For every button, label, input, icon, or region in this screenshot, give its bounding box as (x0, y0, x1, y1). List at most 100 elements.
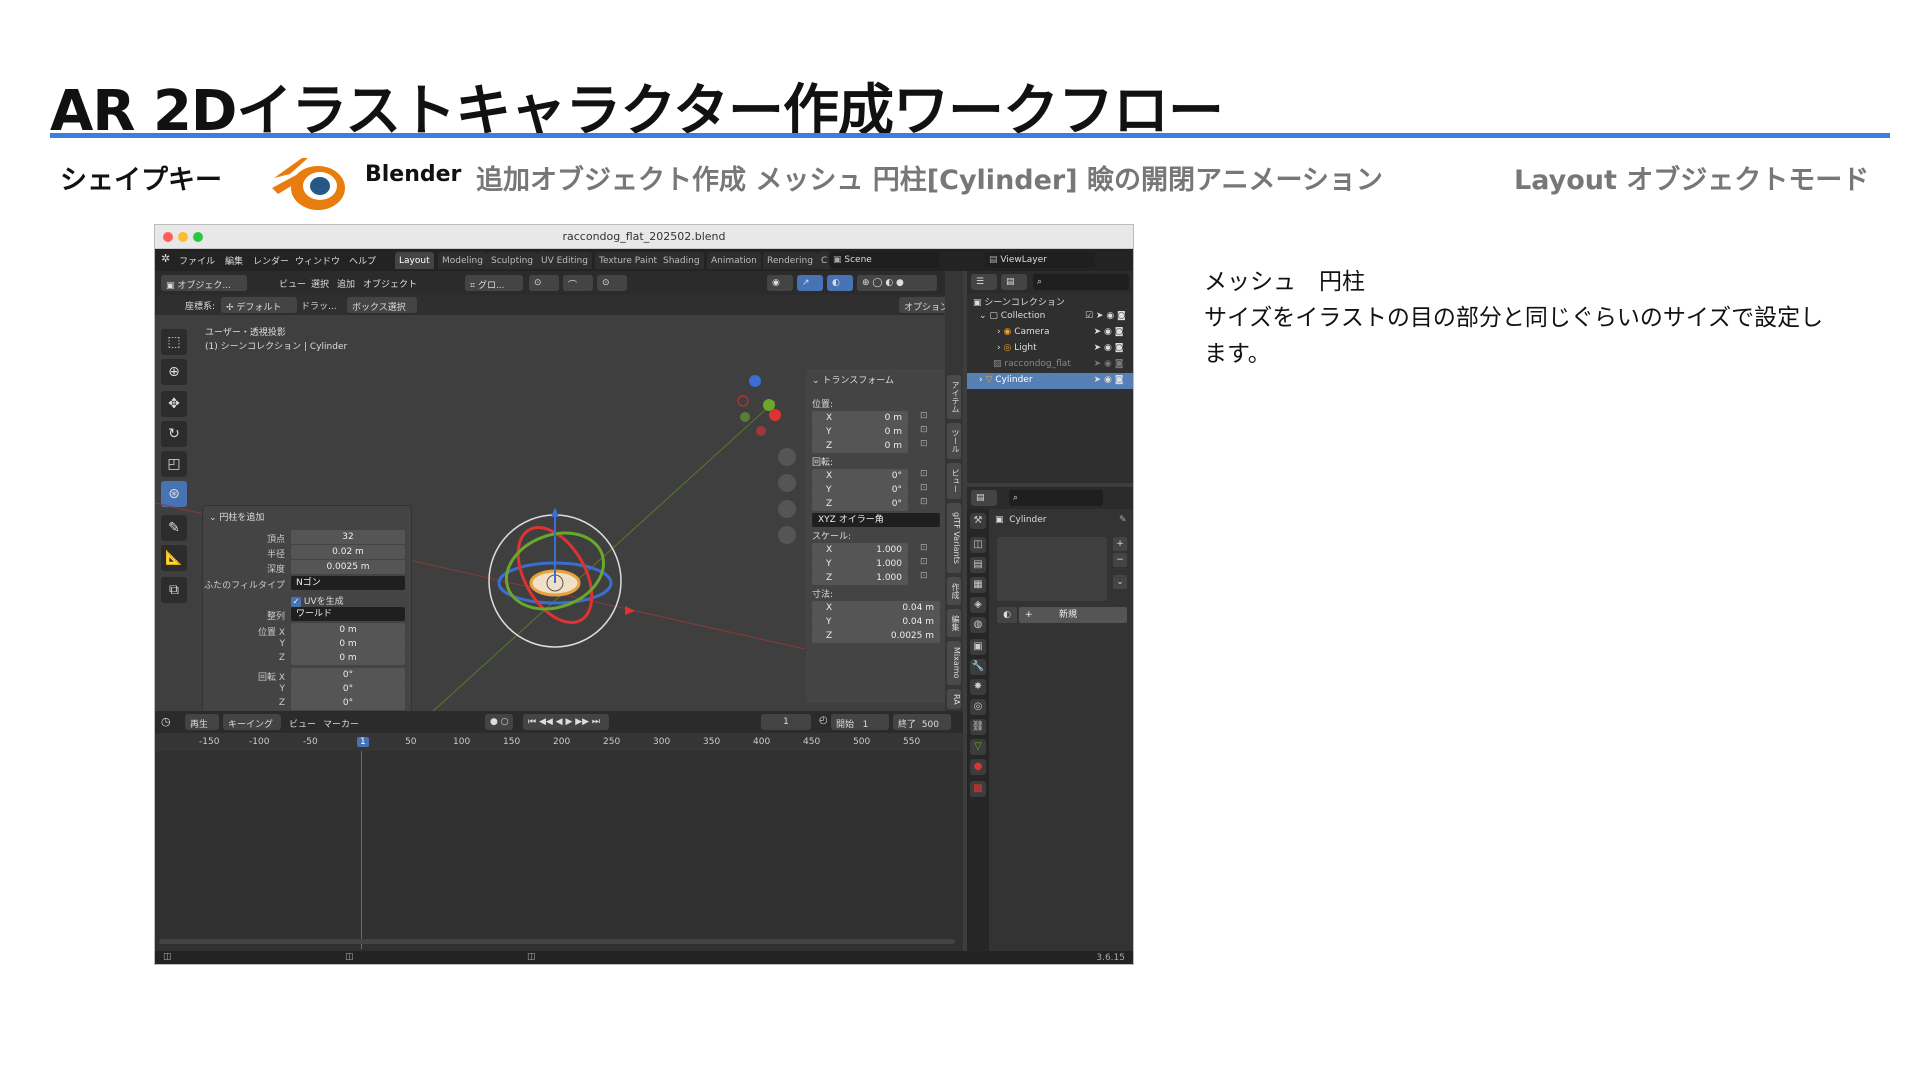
tab-modeling[interactable]: Modeling (438, 252, 487, 269)
timeline-scrollbar[interactable] (159, 939, 955, 944)
view-layer-selector[interactable]: ▤ ViewLayer (985, 252, 1095, 268)
outliner-search-input[interactable]: ⌕ (1033, 274, 1129, 290)
constraints-tab-icon[interactable]: ⛓ (970, 719, 986, 735)
dim-y-field[interactable]: Y 0.04 m (812, 615, 940, 629)
location-y-field[interactable]: 0 m (291, 637, 405, 651)
generate-uv-checkbox[interactable]: ✓ UVを生成 (291, 594, 344, 607)
tab-mixamo[interactable]: Mixamo (947, 641, 961, 685)
location-z-field[interactable]: 0 m (291, 651, 405, 665)
playback-controls-icon[interactable]: ⏮ ◀◀ ◀ ▶ ▶▶ ⏭ (523, 714, 609, 730)
loc-x-field[interactable]: X0 m (812, 411, 908, 425)
rotation-x-field[interactable]: 0° (291, 668, 405, 682)
lock-icon[interactable]: ⊡ (920, 571, 928, 581)
rot-y-field[interactable]: Y 0° (812, 483, 908, 497)
menu-timeline-view[interactable]: ビュー (289, 717, 316, 730)
object-tab-icon[interactable]: ▣ (970, 639, 986, 655)
current-frame-field[interactable]: 1 (761, 714, 811, 730)
menu-keying[interactable]: キーイング (223, 714, 281, 730)
tab-gltf-variants[interactable]: glTF Variants (947, 503, 961, 573)
menu-render[interactable]: レンダー (253, 254, 289, 267)
menu-edit[interactable]: 編集 (225, 254, 243, 267)
outliner-item-raccondog[interactable]: ▨ raccondog_flat (993, 359, 1071, 369)
loc-y-field[interactable]: Y0 m (812, 425, 908, 439)
modifier-tab-icon[interactable]: 🔧 (970, 659, 986, 675)
3d-viewport[interactable]: ▣ オブジェク... ビュー 選択 追加 オブジェクト ⌗ グロ... ⊙ ⌒ … (155, 271, 963, 763)
material-tab-icon[interactable]: ● (970, 759, 986, 775)
current-frame-marker[interactable]: 1 (357, 737, 369, 747)
rot-x-field[interactable]: X 0° (812, 469, 908, 483)
tab-texture-paint[interactable]: Texture Paint (595, 252, 662, 269)
record-icon[interactable]: ● ○ (485, 714, 513, 730)
rotation-z-field[interactable]: 0° (291, 696, 405, 710)
clock-icon[interactable]: ◷ (161, 715, 171, 728)
tab-ra[interactable]: RA (947, 689, 961, 709)
loc-z-field[interactable]: Z0 m (812, 439, 908, 453)
tab-sculpting[interactable]: Sculpting (487, 252, 538, 269)
tab-layout[interactable]: Layout (395, 252, 434, 269)
outliner-item-collection[interactable]: ⌄ ▢ Collection (979, 311, 1045, 321)
lock-icon[interactable]: ⊡ (920, 439, 928, 449)
properties-editor-icon[interactable]: ▤ (971, 490, 997, 506)
vertices-field[interactable]: 32 (291, 530, 405, 544)
align-dropdown[interactable]: ワールド (291, 607, 405, 621)
scene-tab-icon[interactable]: ◈ (970, 597, 986, 613)
tab-edit[interactable]: 編集 (947, 609, 961, 637)
lock-icon[interactable]: ⊡ (920, 425, 928, 435)
start-frame-field[interactable]: 開始 1 (831, 714, 889, 730)
rot-z-field[interactable]: Z 0° (812, 497, 908, 511)
outliner-item-camera[interactable]: › ◉ Camera (997, 327, 1050, 337)
view-layer-tab-icon[interactable]: ▦ (970, 577, 986, 593)
rotation-y-field[interactable]: 0° (291, 682, 405, 696)
menu-marker[interactable]: マーカー (323, 717, 359, 730)
visibility-toggles-icon[interactable]: ➤ ◉ ◙ (1085, 327, 1124, 337)
frame-ruler[interactable]: -150 -100 -50 1 50 100 150 200 250 300 3… (155, 733, 963, 751)
tab-animation[interactable]: Animation (707, 252, 761, 269)
physics-tab-icon[interactable]: ◎ (970, 699, 986, 715)
visibility-toggles-icon[interactable]: ➤ ◉ ◙ (1085, 343, 1124, 353)
lock-icon[interactable]: ⊡ (920, 497, 928, 507)
tool-tab-icon[interactable]: ⚒ (970, 513, 986, 529)
playhead-line[interactable] (361, 751, 362, 949)
visibility-toggles-icon[interactable]: ☑ ➤ ◉ ◙ (1085, 311, 1126, 321)
outliner-item-light[interactable]: › ◎ Light (997, 343, 1037, 353)
display-mode-icon[interactable]: ▤ (1001, 274, 1027, 290)
remove-slot-icon[interactable]: − (1113, 553, 1127, 567)
lock-icon[interactable]: ⊡ (920, 543, 928, 553)
properties-search-input[interactable]: ⌕ (1009, 490, 1103, 506)
pin-icon[interactable]: ✎ (1119, 515, 1127, 525)
blender-menu-icon[interactable]: ✲ (161, 252, 170, 265)
transform-panel-title[interactable]: ⌄ トランスフォーム (812, 373, 894, 386)
outliner[interactable]: ☰ ▤ ⌕ ▣ シーンコレクション ⌄ ▢ Collection › ◉ Cam… (967, 271, 1133, 483)
render-tab-icon[interactable]: ◫ (970, 537, 986, 553)
data-tab-icon[interactable]: ▽ (970, 739, 986, 755)
tab-rendering[interactable]: Rendering (763, 252, 817, 269)
new-material-button[interactable]: + 新規 (1019, 607, 1127, 623)
rotation-mode-dropdown[interactable]: XYZ オイラー角 (812, 513, 940, 527)
properties-editor[interactable]: ▤ ⌕ ⚒ ◫ ▤ ▦ ◈ ◍ ▣ 🔧 ✸ ◎ ⛓ ▽ ● ▩ ▣ Cylind… (967, 487, 1133, 951)
lock-icon[interactable]: ⊡ (920, 411, 928, 421)
visibility-toggles-icon[interactable]: ➤ ◉ ◙ (1085, 375, 1124, 385)
particles-tab-icon[interactable]: ✸ (970, 679, 986, 695)
lock-icon[interactable]: ⊡ (920, 557, 928, 567)
lock-icon[interactable]: ⊡ (920, 483, 928, 493)
texture-tab-icon[interactable]: ▩ (970, 781, 986, 797)
add-slot-icon[interactable]: + (1113, 537, 1127, 551)
tab-create[interactable]: 作成 (947, 577, 961, 605)
menu-help[interactable]: ヘルプ (349, 254, 376, 267)
outliner-item-cylinder[interactable]: › ▽ Cylinder (979, 375, 1033, 385)
dim-z-field[interactable]: Z 0.0025 m (812, 629, 940, 643)
depth-field[interactable]: 0.0025 m (291, 560, 405, 574)
scene-selector[interactable]: ▣ Scene (829, 252, 939, 268)
radius-field[interactable]: 0.02 m (291, 545, 405, 559)
scale-y-field[interactable]: Y 1.000 (812, 557, 908, 571)
cap-fill-dropdown[interactable]: Nゴン (291, 576, 405, 590)
tab-shading[interactable]: Shading (659, 252, 704, 269)
dim-x-field[interactable]: X 0.04 m (812, 601, 940, 615)
tab-tool[interactable]: ツール (947, 423, 961, 459)
location-x-field[interactable]: 0 m (291, 623, 405, 637)
end-frame-field[interactable]: 終了 500 (893, 714, 951, 730)
material-slot-list[interactable] (997, 537, 1107, 601)
scale-z-field[interactable]: Z 1.000 (812, 571, 908, 585)
menu-window[interactable]: ウィンドウ (295, 254, 340, 267)
output-tab-icon[interactable]: ▤ (970, 557, 986, 573)
